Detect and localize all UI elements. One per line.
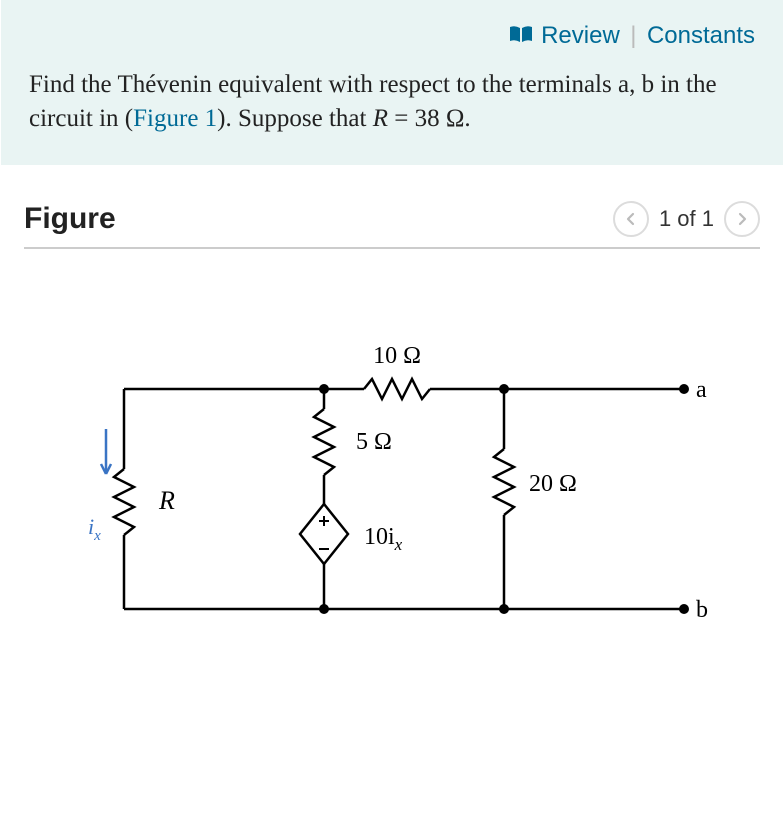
prompt-text-2: ). Suppose that <box>217 105 373 132</box>
chevron-left-icon <box>624 212 638 226</box>
r-mid-label: 5 Ω <box>356 429 392 455</box>
figure-section: Figure 1 of 1 <box>0 165 784 704</box>
figure-pager: 1 of 1 <box>613 201 760 237</box>
pager-text: 1 of 1 <box>659 206 714 232</box>
figure-title: Figure <box>24 202 116 236</box>
constants-link[interactable]: Constants <box>647 22 755 49</box>
review-link[interactable]: Review <box>541 22 620 49</box>
book-icon <box>509 26 533 43</box>
terminal-a-label: a <box>696 377 707 403</box>
equation-value: = 38 Ω. <box>388 105 471 132</box>
r-top-label: 10 Ω <box>373 343 421 369</box>
top-links: Review | Constants <box>29 22 755 68</box>
figure-link[interactable]: Figure 1 <box>133 105 217 132</box>
r-right-label: 20 Ω <box>529 471 577 497</box>
chevron-right-icon <box>735 212 749 226</box>
problem-prompt: Find the Thévenin equivalent with respec… <box>29 68 755 136</box>
circuit-diagram: 10 Ω 5 Ω R 20 Ω 10ix a b ix <box>24 249 760 694</box>
figure-header: Figure 1 of 1 <box>24 201 760 249</box>
problem-header: Review | Constants Find the Thévenin equ… <box>1 0 783 165</box>
terminal-b-label: b <box>696 597 708 623</box>
next-button[interactable] <box>724 201 760 237</box>
source-label: 10ix <box>364 524 403 554</box>
equation-var: R <box>373 105 388 132</box>
prev-button[interactable] <box>613 201 649 237</box>
ix-label: ix <box>88 514 101 544</box>
separator: | <box>624 22 642 49</box>
r-left-label: R <box>158 486 175 515</box>
